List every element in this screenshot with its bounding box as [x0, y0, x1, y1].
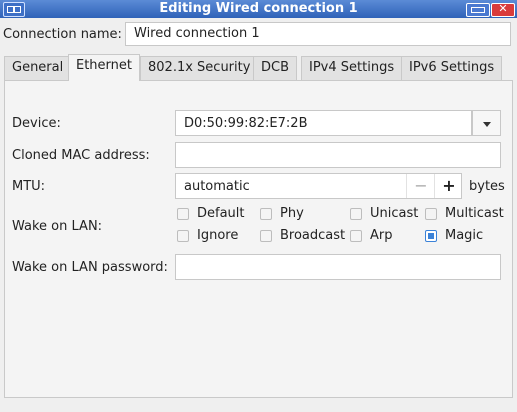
device-dropdown-button[interactable] — [472, 110, 501, 136]
mtu-value[interactable]: automatic — [184, 179, 250, 194]
mtu-label: MTU: — [12, 179, 46, 194]
close-icon: ✕ — [498, 2, 508, 15]
device-combo[interactable]: D0:50:99:82:E7:2B — [175, 110, 472, 136]
wol-multicast-label: Multicast — [445, 206, 504, 221]
title-bar: Editing Wired connection 1 ✕ — [0, 0, 517, 18]
connection-name-row: Connection name: Wired connection 1 — [0, 22, 517, 48]
tab-dcb[interactable]: DCB — [253, 56, 298, 80]
connection-name-label: Connection name: — [3, 27, 122, 42]
mtu-spinbox: automatic − + — [175, 173, 462, 199]
connection-name-input[interactable]: Wired connection 1 — [125, 22, 511, 46]
cloned-mac-input[interactable] — [175, 142, 501, 168]
checkbox-icon — [350, 230, 362, 242]
wol-magic-label: Magic — [445, 228, 484, 243]
checkbox-icon — [425, 208, 437, 220]
device-label: Device: — [12, 116, 61, 131]
wol-password-input[interactable] — [175, 254, 501, 280]
mtu-unit-label: bytes — [469, 179, 505, 194]
tab-general[interactable]: General — [4, 56, 72, 80]
wol-ignore-label: Ignore — [197, 228, 239, 243]
wol-phy-label: Phy — [280, 206, 304, 221]
wol-arp-label: Arp — [370, 228, 393, 243]
checkbox-icon — [260, 208, 272, 220]
maximize-icon — [471, 7, 485, 13]
wol-password-label: Wake on LAN password: — [12, 260, 168, 275]
device-value: D0:50:99:82:E7:2B — [184, 116, 308, 131]
tab-ethernet[interactable]: Ethernet — [68, 54, 140, 81]
wol-unicast-label: Unicast — [370, 206, 419, 221]
cloned-mac-label: Cloned MAC address: — [12, 148, 150, 163]
tab-8021x-security[interactable]: 802.1x Security — [140, 56, 259, 80]
wol-default-label: Default — [197, 206, 245, 221]
checkbox-icon — [177, 208, 189, 220]
wol-broadcast-label: Broadcast — [280, 228, 346, 243]
mtu-increment-button[interactable]: + — [434, 174, 463, 198]
checkbox-icon — [260, 230, 272, 242]
checkbox-icon — [350, 208, 362, 220]
mtu-decrement-button[interactable]: − — [406, 174, 435, 198]
checkbox-checked-icon — [425, 230, 437, 242]
maximize-button[interactable] — [466, 3, 490, 17]
window-title: Editing Wired connection 1 — [159, 1, 358, 16]
checkbox-icon — [177, 230, 189, 242]
wol-label: Wake on LAN: — [12, 219, 103, 234]
tab-ipv6-settings[interactable]: IPv6 Settings — [401, 56, 503, 80]
close-button[interactable]: ✕ — [491, 2, 515, 17]
tab-ipv4-settings[interactable]: IPv4 Settings — [301, 56, 403, 80]
